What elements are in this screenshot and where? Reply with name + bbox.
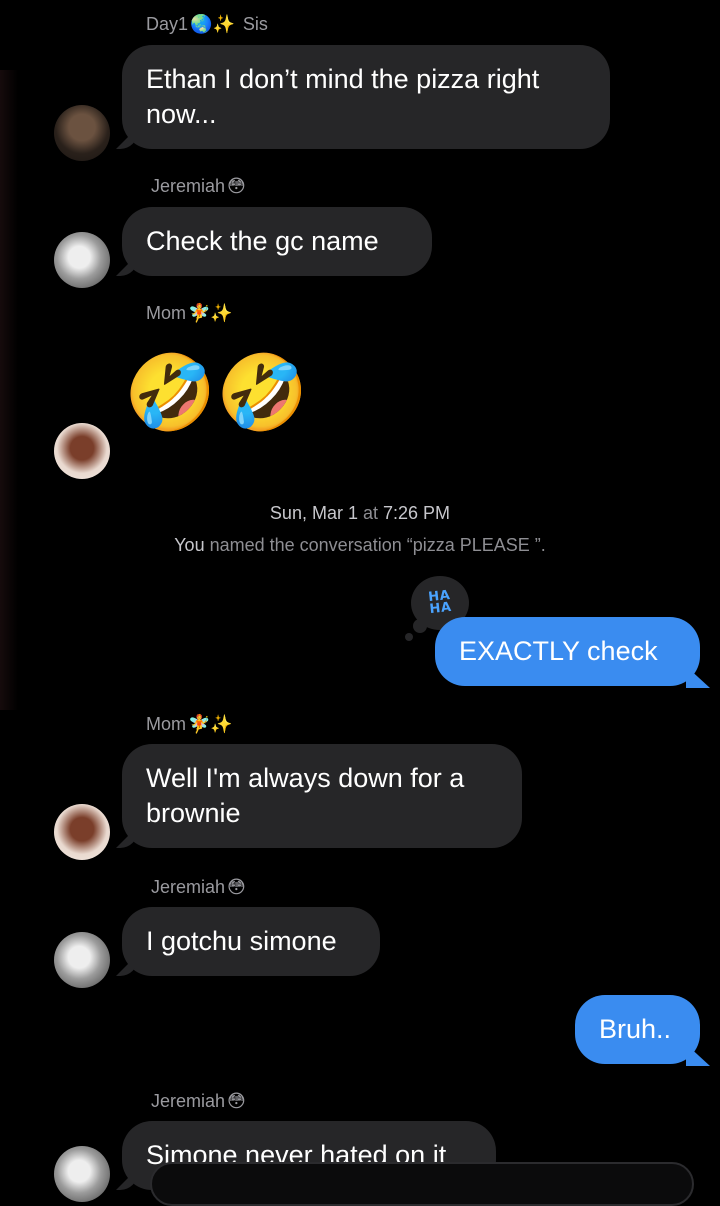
sender-emoji: 😳 xyxy=(227,176,246,196)
sender-emoji: 😳 xyxy=(227,1091,246,1111)
system-message: You named the conversation “pizza PLEASE… xyxy=(0,535,720,556)
sender-name: Mom 🧚✨ xyxy=(146,714,233,735)
message-text: 🤣🤣 xyxy=(124,351,309,434)
avatar[interactable] xyxy=(54,105,110,161)
sender-name-text: Mom xyxy=(146,303,186,323)
message-text: Well I'm always down for a brownie xyxy=(146,763,465,828)
message-bubble[interactable]: Ethan I don’t mind the pizza right now..… xyxy=(122,45,610,149)
sender-name: Jeremiah 😳 xyxy=(151,1091,246,1112)
sender-emoji: 🌏✨ xyxy=(190,14,235,34)
sender-name-text: Day1 xyxy=(146,14,189,34)
message-input-bar[interactable] xyxy=(150,1162,694,1206)
sender-name-text: Jeremiah xyxy=(151,877,226,897)
avatar[interactable] xyxy=(54,423,110,479)
tapback-tail-small xyxy=(405,633,413,641)
system-text: named the conversation “pizza PLEASE ”. xyxy=(209,535,546,555)
message-bubble[interactable]: Well I'm always down for a brownie xyxy=(122,744,522,848)
system-actor: You xyxy=(174,535,205,555)
outgoing-message-bubble[interactable]: Bruh.. xyxy=(575,995,700,1064)
timestamp-at: at xyxy=(362,503,378,523)
sender-emoji: 🧚✨ xyxy=(188,714,233,734)
background-glow xyxy=(0,70,18,710)
timestamp-day: Sun, Mar 1 xyxy=(269,503,358,523)
message-bubble[interactable]: I gotchu simone xyxy=(122,907,380,976)
message-text: Bruh.. xyxy=(599,1014,672,1044)
sender-name-text: Jeremiah xyxy=(151,1091,226,1111)
rofl-emoji-message[interactable]: 🤣🤣 xyxy=(124,356,308,430)
timestamp-time: 7:26 PM xyxy=(383,503,451,523)
avatar[interactable] xyxy=(54,1146,110,1202)
outgoing-message-bubble[interactable]: EXACTLY check xyxy=(435,617,700,686)
sender-name-text: Mom xyxy=(146,714,186,734)
sender-name: Jeremiah 😳 xyxy=(151,176,246,197)
avatar[interactable] xyxy=(54,232,110,288)
avatar[interactable] xyxy=(54,932,110,988)
message-text: Ethan I don’t mind the pizza right now..… xyxy=(146,64,540,129)
timestamp: Sun, Mar 1 at 7:26 PM xyxy=(0,503,720,524)
message-text: I gotchu simone xyxy=(146,926,337,956)
avatar[interactable] xyxy=(54,804,110,860)
message-text: EXACTLY check xyxy=(459,636,658,666)
sender-name: Jeremiah 😳 xyxy=(151,877,246,898)
sender-emoji: 😳 xyxy=(227,877,246,897)
message-bubble[interactable]: Check the gc name xyxy=(122,207,432,276)
sender-name: Mom 🧚✨ xyxy=(146,303,233,324)
sender-suffix: Sis xyxy=(242,14,268,34)
sender-name: Day1 🌏✨ Sis xyxy=(146,14,268,35)
sender-name-text: Jeremiah xyxy=(151,176,226,196)
sender-emoji: 🧚✨ xyxy=(188,303,233,323)
tapback-label: HA HA xyxy=(427,587,453,618)
message-text: Check the gc name xyxy=(146,226,379,256)
